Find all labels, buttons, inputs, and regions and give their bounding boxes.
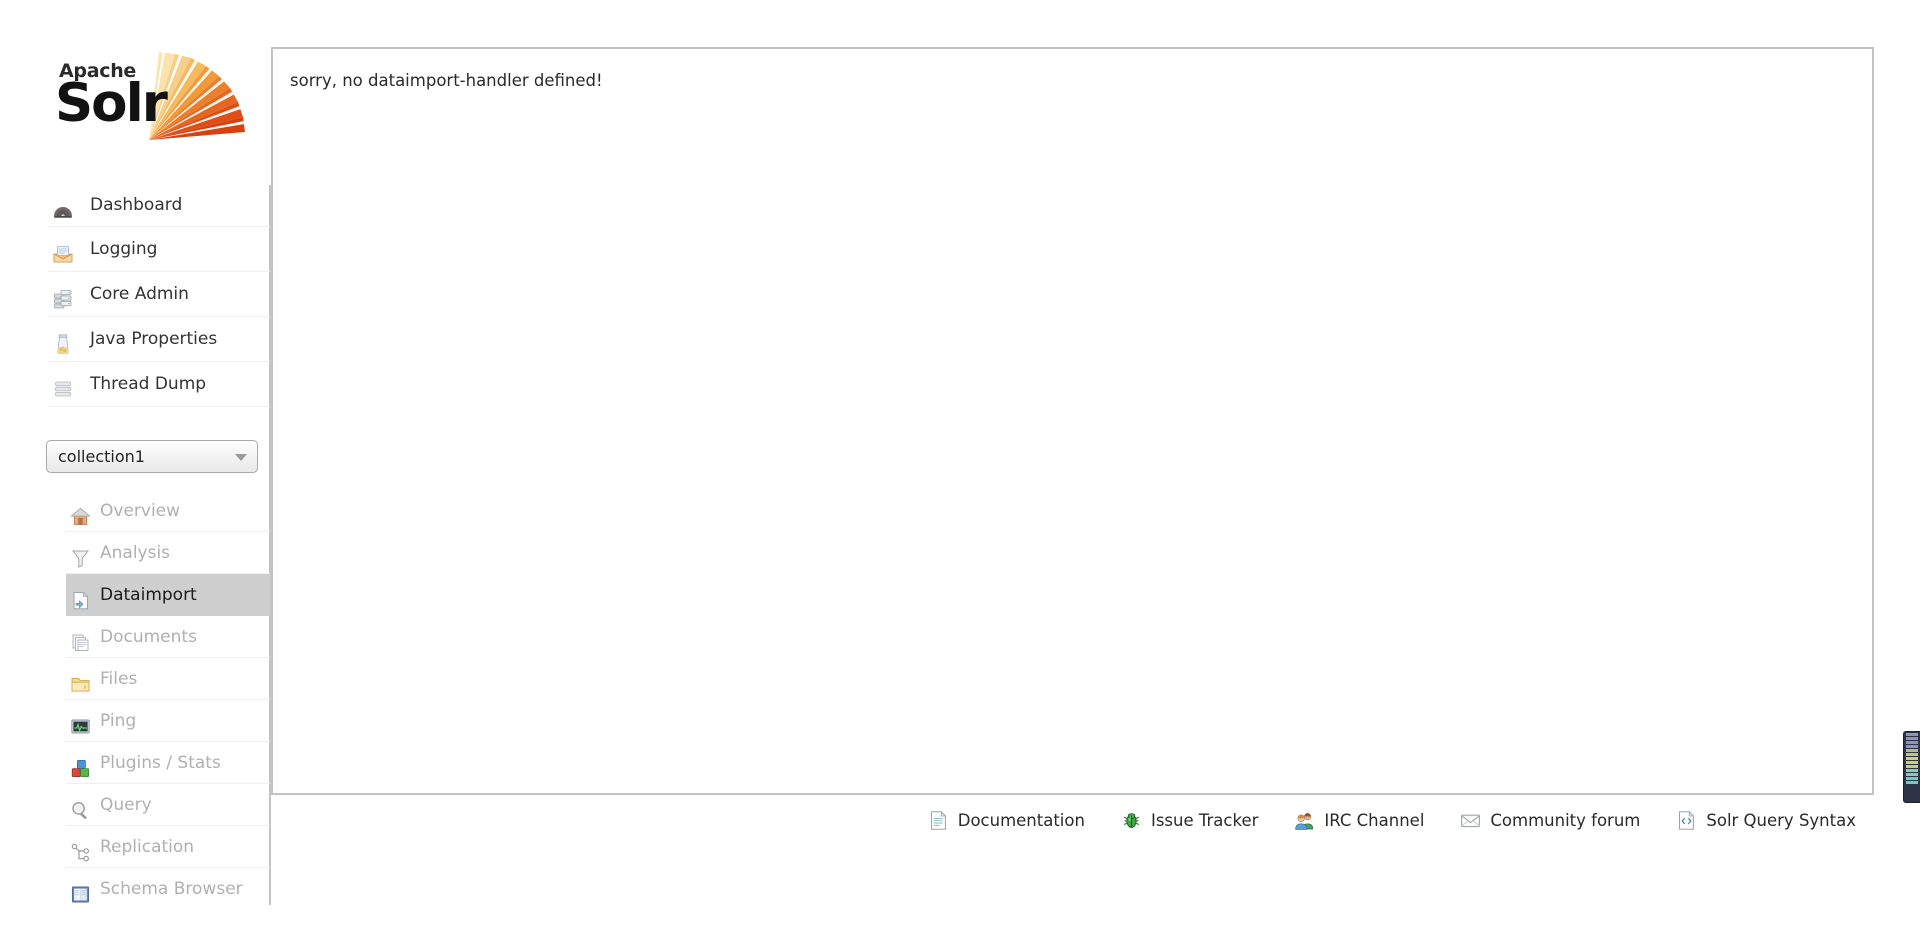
sidebar-item-overview[interactable]: Overview <box>66 490 270 532</box>
gauge-segment <box>1906 753 1918 756</box>
core-selector-dropdown[interactable]: collection1 <box>46 440 258 473</box>
home-icon <box>70 501 91 525</box>
sidebar-item-label: Core Admin <box>90 284 189 304</box>
funnel-icon <box>70 543 91 568</box>
sidebar-item-files[interactable]: Files <box>66 658 270 700</box>
replication-icon <box>70 837 91 861</box>
footer-link-label: Issue Tracker <box>1150 810 1259 830</box>
book-icon <box>70 879 91 903</box>
sidebar-item-schema-browser[interactable]: Schema Browser <box>66 868 270 910</box>
footer-link-solr-query-syntax[interactable]: Solr Query Syntax <box>1676 810 1856 831</box>
footer-links: Documentation Issue Tracker IRC Channel … <box>271 800 1874 840</box>
gauge-segment <box>1906 781 1918 784</box>
footer-link-documentation[interactable]: Documentation <box>928 810 1085 831</box>
sidebar-item-label: Plugins / Stats <box>100 753 221 773</box>
sidebar-item-label: Ping <box>100 711 137 731</box>
edge-gauge-widget[interactable] <box>1903 731 1920 803</box>
magnifier-icon <box>70 795 91 819</box>
sidebar-item-label: Replication <box>100 837 195 857</box>
gauge-segment <box>1906 745 1918 748</box>
plugins-icon <box>70 753 91 777</box>
people-icon <box>1294 810 1315 831</box>
dataimport-icon <box>70 585 91 609</box>
footer-link-label: Solr Query Syntax <box>1706 810 1856 830</box>
sidebar-item-label: Files <box>100 669 138 689</box>
content-panel: sorry, no dataimport-handler defined! <box>271 47 1874 795</box>
sidebar-item-label: Java Properties <box>90 329 218 349</box>
sidebar-item-ping[interactable]: Ping <box>66 700 270 742</box>
core-admin-icon <box>52 283 74 309</box>
sidebar-item-replication[interactable]: Replication <box>66 826 270 868</box>
footer-link-issue-tracker[interactable]: Issue Tracker <box>1121 810 1258 831</box>
solr-admin-page: Apache Solr Dashboard Logging Core Admin… <box>0 0 1920 951</box>
sidebar-item-logging[interactable]: Logging <box>48 227 270 272</box>
footer-link-label: Community forum <box>1490 810 1641 830</box>
code-document-icon <box>1676 810 1697 831</box>
gauge-segment <box>1906 769 1918 772</box>
main-navigation: Dashboard Logging Core Admin Java Proper… <box>48 182 270 407</box>
thread-dump-icon <box>52 373 74 397</box>
sidebar-item-thread-dump[interactable]: Thread Dump <box>48 362 270 407</box>
gauge-segment <box>1906 757 1918 760</box>
dashboard-icon <box>52 194 74 218</box>
java-properties-icon <box>52 328 74 354</box>
sidebar-item-label: Dataimport <box>100 585 197 605</box>
gauge-segment <box>1906 765 1918 768</box>
sidebar-item-label: Query <box>100 795 152 815</box>
sidebar-item-label: Logging <box>90 239 158 259</box>
core-navigation: Overview Analysis Dataimport Documents F… <box>66 490 270 910</box>
gauge-segment <box>1906 737 1918 740</box>
sidebar-item-label: Documents <box>100 627 197 647</box>
folder-icon <box>70 669 91 691</box>
sidebar-item-plugins-stats[interactable]: Plugins / Stats <box>66 742 270 784</box>
logging-icon <box>52 238 74 263</box>
ping-icon <box>70 711 91 733</box>
core-selector-value: collection1 <box>58 447 145 466</box>
gauge-segment <box>1906 733 1918 736</box>
gauge-segment <box>1906 749 1918 752</box>
gauge-segment <box>1906 773 1918 776</box>
sidebar-item-analysis[interactable]: Analysis <box>66 532 270 574</box>
footer-link-community-forum[interactable]: Community forum <box>1460 810 1640 831</box>
sidebar: Apache Solr Dashboard Logging Core Admin… <box>0 0 271 951</box>
sidebar-item-dashboard[interactable]: Dashboard <box>48 182 270 227</box>
sidebar-item-dataimport[interactable]: Dataimport <box>66 574 270 616</box>
sidebar-item-label: Schema Browser <box>100 879 243 899</box>
logo-solr-text: Solr <box>55 73 168 134</box>
gauge-segment <box>1906 777 1918 780</box>
footer-link-label: Documentation <box>957 810 1085 830</box>
solr-logo[interactable]: Apache Solr <box>55 38 245 148</box>
gauge-segment <box>1906 741 1918 744</box>
envelope-icon <box>1460 810 1481 831</box>
sidebar-item-label: Analysis <box>100 543 171 563</box>
sidebar-item-core-admin[interactable]: Core Admin <box>48 272 270 317</box>
sidebar-item-label: Dashboard <box>90 195 183 215</box>
sidebar-item-java-properties[interactable]: Java Properties <box>48 317 270 362</box>
footer-link-label: IRC Channel <box>1324 810 1425 830</box>
documents-icon <box>70 627 91 651</box>
sidebar-item-label: Overview <box>100 501 181 521</box>
sidebar-item-query[interactable]: Query <box>66 784 270 826</box>
sidebar-item-documents[interactable]: Documents <box>66 616 270 658</box>
dataimport-message: sorry, no dataimport-handler defined! <box>290 71 603 90</box>
sidebar-item-label: Thread Dump <box>90 374 207 394</box>
bug-icon <box>1121 810 1142 831</box>
document-icon <box>928 810 949 831</box>
footer-link-irc-channel[interactable]: IRC Channel <box>1294 810 1424 831</box>
chevron-down-icon <box>235 454 247 461</box>
gauge-segment <box>1906 761 1918 764</box>
